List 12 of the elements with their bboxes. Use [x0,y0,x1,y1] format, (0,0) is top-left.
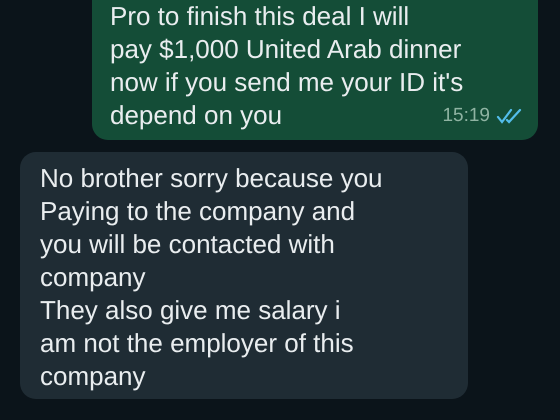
message-line: am not the employer of this [40,327,354,360]
message-line: No brother sorry because you [40,162,383,195]
message-line: depend on you [110,99,282,132]
message-line: Pro to finish this deal I will [110,0,410,33]
message-line: Paying to the company and [40,195,356,228]
message-line: They also give me salary i [40,294,341,327]
message-line: company [40,261,146,294]
message-time: 15:19 [442,104,490,128]
message-line: now if you send me your ID it's [110,66,464,99]
message-line: company [40,360,146,393]
message-line: you will be contacted with [40,228,335,261]
message-line: pay $1,000 United Arab dinner [110,33,462,66]
